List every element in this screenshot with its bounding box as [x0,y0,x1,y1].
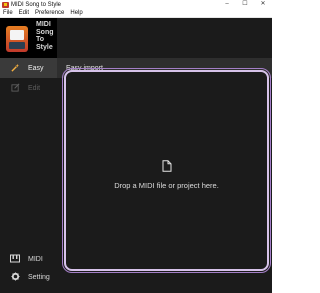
app-icon [2,1,9,8]
menu-help[interactable]: Help [67,10,85,16]
logo-text: MIDI Song To Style [36,21,57,51]
window-title: MIDI Song to Style [11,1,62,8]
sidebar-item-label: Setting [28,273,50,281]
sidebar-item-edit[interactable]: Edit [0,78,57,98]
sidebar-item-midi[interactable]: MIDI [0,249,57,269]
sidebar-item-setting[interactable]: Setting [0,267,57,287]
sidebar: MIDI Song To Style Easy Edit MIDI Settin… [0,18,57,293]
logo-image [6,26,28,52]
logo-line: Song [36,28,54,36]
logo: MIDI Song To Style [0,18,57,58]
drop-zone[interactable]: Drop a MIDI file or project here. [64,70,269,271]
midi-keyboard-icon [10,254,20,265]
title-bar: MIDI Song to Style – ☐ ✕ [0,0,272,9]
sidebar-item-label: Edit [28,84,41,92]
menu-bar: File Edit Preference Help [0,9,272,18]
menu-edit[interactable]: Edit [16,10,32,16]
dropzone-text: Drop a MIDI file or project here. [114,181,219,190]
logo-line: To [36,36,45,43]
sidebar-item-easy[interactable]: Easy [0,58,57,78]
minimize-button[interactable]: – [218,0,236,9]
close-button[interactable]: ✕ [254,0,272,9]
sidebar-item-label: Easy [28,64,44,72]
menu-file[interactable]: File [0,10,16,16]
logo-line: Style [36,43,53,51]
window-controls: – ☐ ✕ [218,0,272,9]
maximize-button[interactable]: ☐ [236,0,254,9]
menu-preference[interactable]: Preference [32,10,67,16]
edit-icon [10,83,20,94]
file-icon [162,159,172,177]
logo-line: MIDI [36,21,51,28]
wand-icon [10,63,20,74]
sidebar-item-label: MIDI [28,255,43,263]
gear-icon [10,271,20,283]
